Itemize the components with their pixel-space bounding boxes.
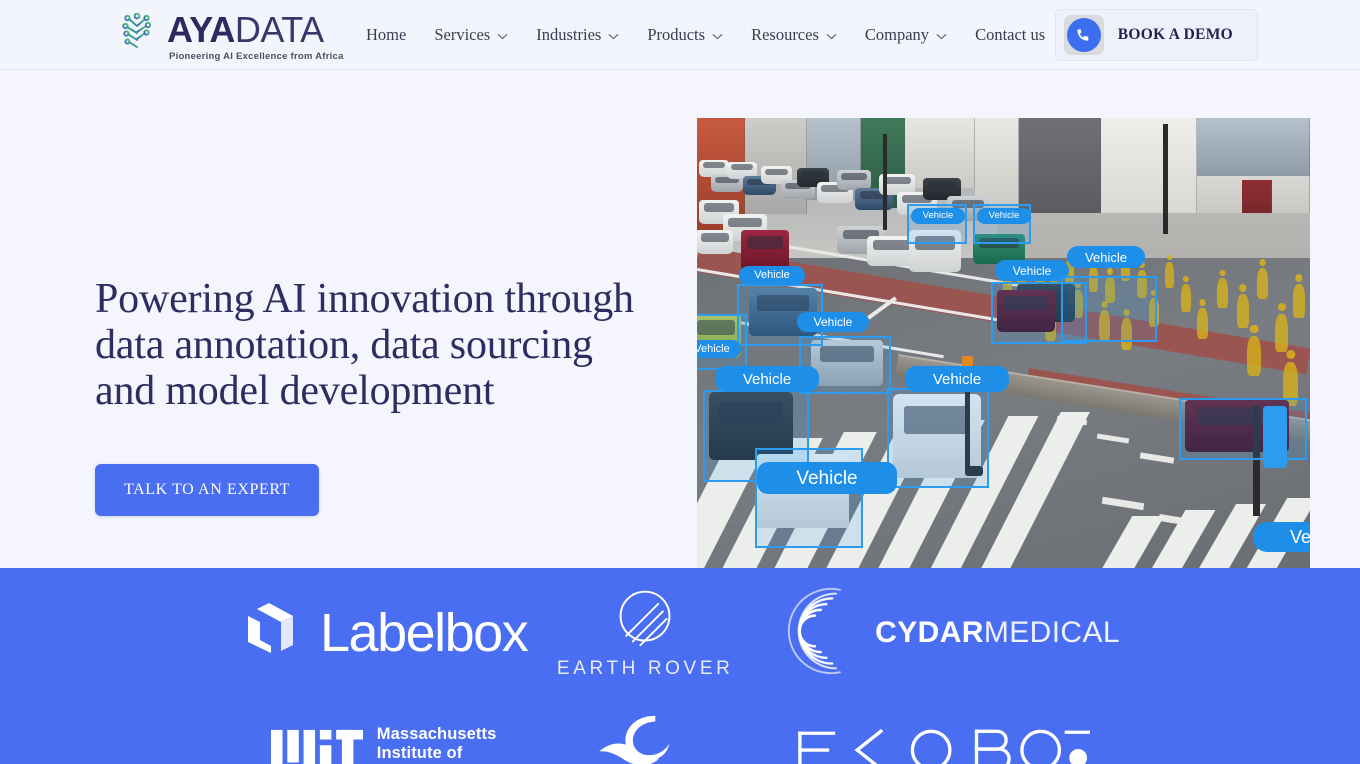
main-navigation: Home Services Industries Products Resour… [352, 0, 1059, 70]
brand-name-bold: AYA [167, 8, 235, 50]
pedestrian-mask [1275, 314, 1288, 352]
vehicle [697, 230, 733, 254]
pedestrian-mask [1181, 284, 1191, 312]
book-a-demo-label: BOOK A DEMO [1117, 26, 1233, 43]
circle-lines-icon [614, 587, 676, 654]
partner-logo-band: Labelbox EARTH ROVER CYDARMEDICAL Massac… [0, 568, 1360, 764]
nav-label: Home [366, 25, 407, 44]
nav-label: Resources [751, 25, 819, 44]
partner-logo-cydar-medical[interactable]: CYDARMEDICAL [763, 585, 1120, 682]
page-title: Powering AI innovation through data anno… [95, 276, 634, 414]
annotation-label: Vehicle [905, 366, 1009, 392]
site-header: AYADATA Pioneering AI Excellence from Af… [0, 0, 1360, 70]
nav-label: Services [434, 25, 491, 44]
street-pole [1163, 124, 1168, 234]
hero-annotated-image: Vehicle Vehicle Vehicle Vehicle Vehicle … [697, 118, 1310, 568]
annotation-label: Vehicle [1253, 522, 1310, 552]
annotation-label: Vehicle [797, 312, 869, 332]
concentric-arcs-icon [763, 585, 867, 682]
pedestrian-mask [1293, 284, 1305, 318]
wave-swoosh-icon [593, 714, 697, 764]
chevron-down-icon [936, 33, 947, 40]
partner-logo-grid: Labelbox EARTH ROVER CYDARMEDICAL Massac… [0, 568, 1360, 764]
partner-logo-dp-world[interactable]: DP WORLD [527, 698, 763, 764]
hero-copy: Powering AI innovation through data anno… [95, 276, 655, 516]
partner-logo-labelbox[interactable]: Labelbox [240, 600, 529, 667]
annotation-box [1179, 398, 1307, 460]
hero-section: Powering AI innovation through data anno… [0, 71, 1360, 568]
nav-label: Industries [536, 25, 602, 44]
partner-name-label: CYDARMEDICAL [875, 616, 1120, 650]
nav-item-home[interactable]: Home [352, 17, 420, 53]
annotation-box [887, 388, 989, 488]
chevron-down-icon [712, 33, 723, 40]
brand-logo[interactable]: AYADATA Pioneering AI Excellence from Af… [113, 5, 344, 65]
annotation-label: Vehicle [697, 340, 741, 358]
chevron-down-icon [826, 33, 837, 40]
nav-label: Company [864, 25, 930, 44]
nav-item-products[interactable]: Products [633, 17, 737, 53]
partner-logo-earth-rover[interactable]: EARTH ROVER [527, 587, 763, 680]
street-pole [883, 134, 887, 230]
brand-name-light: DATA [234, 8, 324, 50]
nav-item-resources[interactable]: Resources [737, 17, 851, 53]
annotation-label: Vehicle [911, 208, 965, 224]
mit-line-2: Institute of [376, 743, 463, 762]
partner-name-label: Labelbox [320, 603, 529, 663]
annotation-label: Vehicle [1067, 246, 1145, 268]
chevron-down-icon [608, 33, 619, 40]
pedestrian-mask [1257, 268, 1268, 299]
building [1197, 118, 1310, 176]
partner-name-label: Massachusetts Institute of Technology [377, 725, 497, 764]
nav-label: Products [647, 25, 706, 44]
nav-label: Contact us [975, 25, 1046, 44]
nav-item-contact-us[interactable]: Contact us [961, 17, 1059, 53]
brand-wordmark: AYADATA [167, 8, 344, 50]
ekobot-geometric-icon [794, 723, 1092, 764]
pedestrian-mask [1217, 278, 1228, 308]
vehicle [837, 170, 871, 190]
partner-name-light: MEDICAL [983, 616, 1120, 649]
partner-name-label: EARTH ROVER [556, 657, 734, 679]
annotation-label: Vehicle [739, 266, 805, 285]
pedestrian-mask [1237, 294, 1249, 328]
nav-item-services[interactable]: Services [420, 17, 522, 53]
partner-name-bold: CYDAR [875, 616, 984, 649]
annotation-label: Vehicle [715, 366, 819, 392]
annotation-marker [1263, 406, 1287, 468]
nav-item-company[interactable]: Company [851, 17, 961, 53]
annotation-label: Vehicle [977, 208, 1031, 224]
pedestrian-mask [1165, 262, 1174, 288]
cube-icon [240, 600, 298, 667]
street-scene: Vehicle Vehicle Vehicle Vehicle Vehicle … [697, 118, 1310, 568]
annotation-label: Vehicle [995, 260, 1069, 281]
brand-text: AYADATA Pioneering AI Excellence from Af… [167, 9, 344, 62]
chevron-down-icon [497, 33, 508, 40]
annotation-label: Vehicle [757, 462, 897, 494]
brand-tagline: Pioneering AI Excellence from Africa [169, 50, 344, 62]
partner-logo-ekobot[interactable] [763, 723, 1120, 764]
pedestrian-mask [1197, 308, 1208, 339]
talk-to-an-expert-button[interactable]: TALK TO AN EXPERT [95, 464, 320, 516]
mit-line-1: Massachusetts [376, 724, 497, 743]
annotation-box [1061, 276, 1157, 342]
vehicle [741, 230, 789, 270]
phone-icon [1066, 18, 1101, 52]
nav-item-industries[interactable]: Industries [522, 17, 633, 53]
mit-bars-icon [270, 724, 363, 764]
tree-circuit-icon [113, 6, 161, 64]
book-a-demo-button[interactable]: BOOK A DEMO [1054, 9, 1258, 61]
pedestrian-mask [1247, 336, 1261, 376]
partner-logo-mit[interactable]: Massachusetts Institute of Technology [240, 724, 527, 764]
phone-icon-wrapper [1063, 15, 1104, 55]
